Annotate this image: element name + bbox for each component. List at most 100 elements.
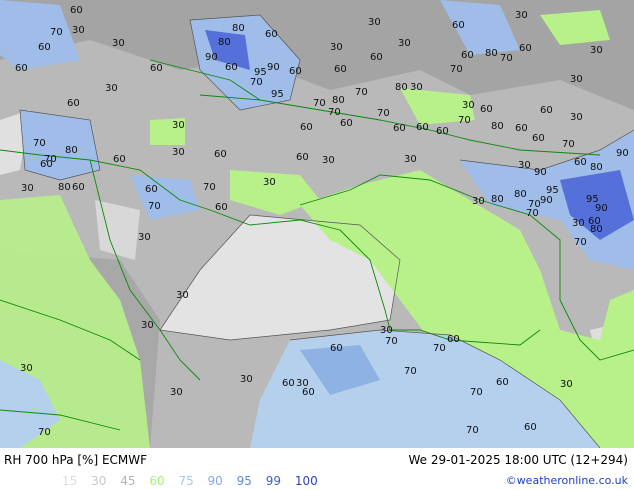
- contour-label: 30: [172, 120, 185, 131]
- contour-label: 80: [491, 194, 504, 205]
- contour-label: 60: [289, 66, 302, 77]
- contour-label: 70: [328, 107, 341, 118]
- contour-label: 70: [50, 27, 63, 38]
- contour-label: 60: [265, 29, 278, 40]
- contour-label: 70: [466, 425, 479, 436]
- contour-label: 70: [458, 115, 471, 126]
- contour-label: 70: [470, 387, 483, 398]
- contour-label: 30: [21, 183, 34, 194]
- contour-label: 60: [416, 122, 429, 133]
- contour-label: 70: [38, 427, 51, 438]
- contour-label: 70: [433, 343, 446, 354]
- contour-label: 80: [332, 95, 345, 106]
- contour-label: 60: [72, 182, 85, 193]
- contour-label: 90: [534, 167, 547, 178]
- legend-item: 30: [91, 474, 107, 488]
- contour-label: 70: [500, 53, 513, 64]
- legend-item: 99: [265, 474, 282, 488]
- contour-label: 80: [58, 182, 71, 193]
- contour-label: 70: [203, 182, 216, 193]
- contour-label: 80: [590, 162, 603, 173]
- contour-label: 30: [472, 196, 485, 207]
- contour-label: 30: [105, 83, 118, 94]
- contour-label: 30: [263, 177, 276, 188]
- contour-label: 70: [574, 237, 587, 248]
- contour-label: 90: [595, 203, 608, 214]
- contour-label: 30: [322, 155, 335, 166]
- contour-label: 60: [370, 52, 383, 63]
- contour-label: 60: [145, 184, 158, 195]
- contour-label: 80: [232, 23, 245, 34]
- contour-label: 60: [436, 126, 449, 137]
- contour-label: 60: [340, 118, 353, 129]
- contour-label: 30: [515, 10, 528, 21]
- contour-label: 60: [330, 343, 343, 354]
- contour-label: 30: [590, 45, 603, 56]
- credit-link[interactable]: ©weatheronline.co.uk: [506, 474, 628, 487]
- contour-label: 60: [480, 104, 493, 115]
- contour-label: 60: [67, 98, 80, 109]
- contour-label: 95: [271, 89, 284, 100]
- contour-label: 80: [491, 121, 504, 132]
- contour-label: 30: [176, 290, 189, 301]
- contour-label: 30: [240, 374, 253, 385]
- contour-label: 30: [380, 325, 393, 336]
- contour-label: 60: [15, 63, 28, 74]
- legend-item: 90: [207, 474, 223, 488]
- contour-label: 30: [20, 363, 33, 374]
- legend-item: 45: [120, 474, 136, 488]
- contour-label: 80: [514, 189, 527, 200]
- contour-label: 80: [590, 224, 603, 235]
- contour-label: 80: [395, 82, 408, 93]
- contour-label: 30: [330, 42, 343, 53]
- contour-label: 70: [526, 208, 539, 219]
- contour-label: 30: [112, 38, 125, 49]
- contour-label: 70: [148, 201, 161, 212]
- map-footer: RH 700 hPa [%] ECMWF We 29-01-2025 18:00…: [0, 448, 634, 490]
- contour-label: 60: [540, 105, 553, 116]
- valid-time: We 29-01-2025 18:00 UTC (12+294): [408, 453, 628, 467]
- contour-label: 30: [462, 100, 475, 111]
- blue-region-mediterranean: [20, 110, 100, 180]
- contour-label: 60: [515, 123, 528, 134]
- legend-item: 95: [236, 474, 252, 488]
- contour-label: 60: [214, 149, 227, 160]
- contour-label: 80: [218, 37, 231, 48]
- legend-item: 15: [62, 474, 78, 488]
- contour-label: 30: [570, 112, 583, 123]
- contour-label: 30: [398, 38, 411, 49]
- contour-label: 70: [450, 64, 463, 75]
- contour-label: 60: [452, 20, 465, 31]
- contour-label: 60: [334, 64, 347, 75]
- contour-label: 70: [33, 138, 46, 149]
- contour-label: 60: [461, 50, 474, 61]
- contour-label: 30: [410, 82, 423, 93]
- contour-label: 30: [141, 320, 154, 331]
- contour-label: 70: [377, 108, 390, 119]
- contour-label: 70: [385, 336, 398, 347]
- contour-label: 30: [404, 154, 417, 165]
- contour-label: 60: [393, 123, 406, 134]
- contour-label: 60: [40, 159, 53, 170]
- contour-label: 60: [574, 157, 587, 168]
- contour-label: 80: [65, 145, 78, 156]
- legend-item: 100: [294, 474, 318, 488]
- contour-label: 70: [250, 77, 263, 88]
- humidity-map: 60 70 30 30 60 60 60 30 60 70 80 70 60 3…: [0, 0, 634, 448]
- contour-label: 90: [205, 52, 218, 63]
- contour-label: 30: [170, 387, 183, 398]
- contour-label: 90: [616, 148, 629, 159]
- contour-label: 30: [560, 379, 573, 390]
- contour-label: 60: [225, 62, 238, 73]
- map-canvas: 60 70 30 30 60 60 60 30 60 70 80 70 60 3…: [0, 0, 634, 448]
- contour-label: 80: [485, 48, 498, 59]
- contour-label: 60: [300, 122, 313, 133]
- contour-label: 60: [296, 152, 309, 163]
- contour-label: 30: [138, 232, 151, 243]
- contour-label: 60: [215, 202, 228, 213]
- contour-label: 60: [496, 377, 509, 388]
- contour-label: 60: [70, 5, 83, 16]
- contour-label: 60: [302, 387, 315, 398]
- contour-label: 90: [540, 195, 553, 206]
- contour-label: 60: [532, 133, 545, 144]
